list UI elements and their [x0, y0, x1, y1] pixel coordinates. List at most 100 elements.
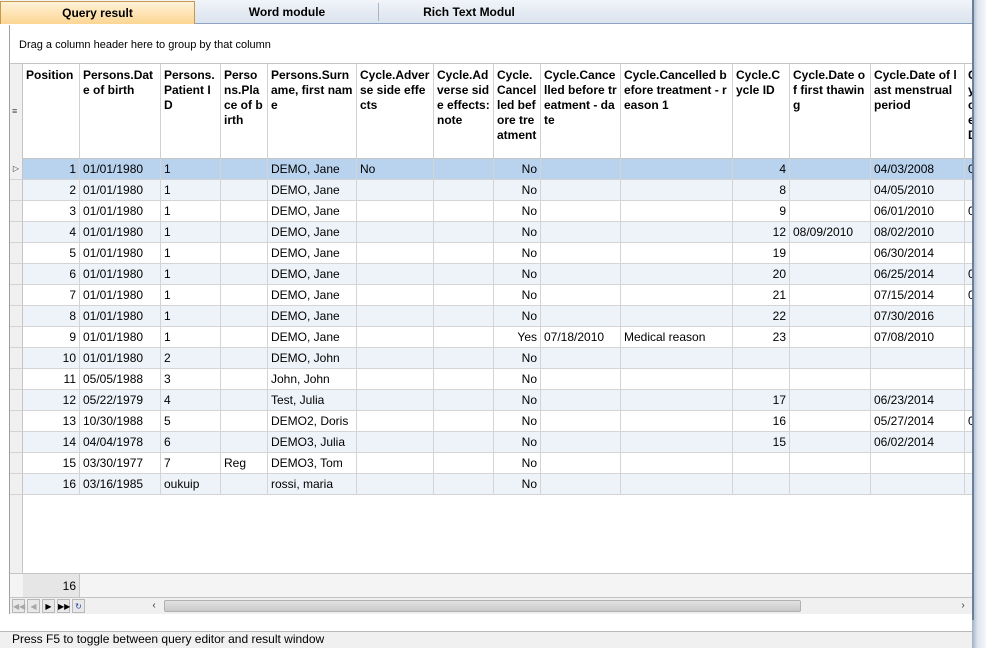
- cell-dob[interactable]: 01/01/1980: [80, 348, 161, 369]
- cell-advnote[interactable]: [434, 369, 494, 390]
- cell-cid[interactable]: 16: [733, 411, 790, 432]
- cell-pid[interactable]: 1: [161, 159, 221, 180]
- cell-thaw[interactable]: [790, 453, 871, 474]
- cell-thaw[interactable]: [790, 201, 871, 222]
- cell-adv[interactable]: [357, 348, 434, 369]
- cell-pid[interactable]: 1: [161, 243, 221, 264]
- cell-adv[interactable]: [357, 285, 434, 306]
- cell-creason[interactable]: [621, 369, 733, 390]
- cell-cid[interactable]: [733, 348, 790, 369]
- column-header-advnote[interactable]: Cycle.Adverse side effects: note: [434, 64, 494, 159]
- column-header-adv[interactable]: Cycle.Adverse side effects: [357, 64, 434, 159]
- cell-extra[interactable]: 0: [965, 264, 972, 285]
- row-indicator[interactable]: [10, 285, 23, 306]
- cell-extra[interactable]: [965, 390, 972, 411]
- cell-thaw[interactable]: [790, 306, 871, 327]
- cell-pos[interactable]: 11: [23, 369, 80, 390]
- cell-pob[interactable]: [221, 369, 268, 390]
- column-header-cid[interactable]: Cycle.Cycle ID: [733, 64, 790, 159]
- cell-dob[interactable]: 01/01/1980: [80, 243, 161, 264]
- cell-adv[interactable]: [357, 306, 434, 327]
- cell-name[interactable]: DEMO, Jane: [268, 201, 357, 222]
- cell-advnote[interactable]: [434, 180, 494, 201]
- cell-creason[interactable]: [621, 432, 733, 453]
- column-chooser-icon[interactable]: ≡: [12, 106, 17, 116]
- cell-canc[interactable]: No: [494, 432, 541, 453]
- cell-pob[interactable]: Reg: [221, 453, 268, 474]
- cell-pos[interactable]: 15: [23, 453, 80, 474]
- cell-extra[interactable]: [965, 348, 972, 369]
- cell-creason[interactable]: [621, 390, 733, 411]
- cell-pos[interactable]: 2: [23, 180, 80, 201]
- cell-lmp[interactable]: 04/03/2008: [871, 159, 965, 180]
- cell-cid[interactable]: [733, 453, 790, 474]
- refresh-icon[interactable]: ↻: [72, 599, 85, 613]
- cell-advnote[interactable]: [434, 390, 494, 411]
- cell-cid[interactable]: 4: [733, 159, 790, 180]
- cell-advnote[interactable]: [434, 306, 494, 327]
- table-row[interactable]: 701/01/19801 DEMO, Jane No 21 07/15/20140: [10, 285, 972, 306]
- cell-cid[interactable]: 21: [733, 285, 790, 306]
- cell-cdate[interactable]: [541, 264, 621, 285]
- table-row[interactable]: 9 01/01/1980 1 DEMO, Jane Yes 07/18/2010 Medic…: [10, 327, 972, 348]
- row-indicator[interactable]: [10, 180, 23, 201]
- cell-dob[interactable]: 10/30/1988: [80, 411, 161, 432]
- cell-extra[interactable]: 0: [965, 159, 972, 180]
- row-indicator[interactable]: [10, 369, 23, 390]
- cell-pid[interactable]: 2: [161, 348, 221, 369]
- cell-dob[interactable]: 01/01/1980: [80, 306, 161, 327]
- cell-pos[interactable]: 9: [23, 327, 80, 348]
- tab-rich-text-modul[interactable]: Rich Text Modul: [379, 1, 559, 24]
- cell-dob[interactable]: 01/01/1980: [80, 222, 161, 243]
- cell-name[interactable]: Test, Julia: [268, 390, 357, 411]
- column-header-pob[interactable]: Persons.Place of birth: [221, 64, 268, 159]
- row-indicator[interactable]: [10, 390, 23, 411]
- cell-pob[interactable]: [221, 411, 268, 432]
- cell-adv[interactable]: [357, 264, 434, 285]
- first-record-icon[interactable]: ◀◀: [12, 599, 25, 613]
- cell-adv[interactable]: [357, 243, 434, 264]
- cell-pos[interactable]: 7: [23, 285, 80, 306]
- row-indicator[interactable]: [10, 348, 23, 369]
- cell-advnote[interactable]: [434, 474, 494, 495]
- cell-cdate[interactable]: [541, 348, 621, 369]
- cell-canc[interactable]: No: [494, 180, 541, 201]
- cell-advnote[interactable]: [434, 411, 494, 432]
- table-row[interactable]: 301/01/19801 DEMO, Jane No 9 06/01/20100: [10, 201, 972, 222]
- cell-adv[interactable]: [357, 180, 434, 201]
- cell-advnote[interactable]: [434, 222, 494, 243]
- cell-cdate[interactable]: [541, 369, 621, 390]
- cell-extra[interactable]: [965, 222, 972, 243]
- cell-creason[interactable]: [621, 348, 733, 369]
- cell-pob[interactable]: [221, 222, 268, 243]
- row-indicator[interactable]: [10, 432, 23, 453]
- cell-pid[interactable]: oukuip: [161, 474, 221, 495]
- current-row-indicator-icon[interactable]: ▷: [10, 159, 23, 180]
- cell-name[interactable]: DEMO3, Julia: [268, 432, 357, 453]
- column-header-lmp[interactable]: Cycle.Date of last menstrual period: [871, 64, 965, 159]
- cell-pos[interactable]: 1: [23, 159, 80, 180]
- cell-canc[interactable]: No: [494, 348, 541, 369]
- cell-cid[interactable]: 17: [733, 390, 790, 411]
- cell-pos[interactable]: 13: [23, 411, 80, 432]
- column-header-cdate[interactable]: Cycle.Cancelled before treatment - date: [541, 64, 621, 159]
- cell-name[interactable]: DEMO2, Doris: [268, 411, 357, 432]
- cell-name[interactable]: DEMO, Jane: [268, 285, 357, 306]
- cell-name[interactable]: John, John: [268, 369, 357, 390]
- cell-lmp[interactable]: 06/01/2010: [871, 201, 965, 222]
- next-record-icon[interactable]: ▶: [42, 599, 55, 613]
- cell-thaw[interactable]: [790, 390, 871, 411]
- cell-name[interactable]: DEMO, Jane: [268, 159, 357, 180]
- cell-dob[interactable]: 01/01/1980: [80, 264, 161, 285]
- cell-extra[interactable]: [965, 474, 972, 495]
- cell-cdate[interactable]: [541, 285, 621, 306]
- cell-creason[interactable]: [621, 474, 733, 495]
- cell-canc[interactable]: No: [494, 285, 541, 306]
- cell-name[interactable]: DEMO, Jane: [268, 327, 357, 348]
- group-by-panel[interactable]: Drag a column header here to group by th…: [9, 25, 972, 63]
- cell-lmp[interactable]: [871, 453, 965, 474]
- cell-cid[interactable]: 12: [733, 222, 790, 243]
- cell-name[interactable]: rossi, maria: [268, 474, 357, 495]
- cell-adv[interactable]: No: [357, 159, 434, 180]
- cell-pid[interactable]: 1: [161, 327, 221, 348]
